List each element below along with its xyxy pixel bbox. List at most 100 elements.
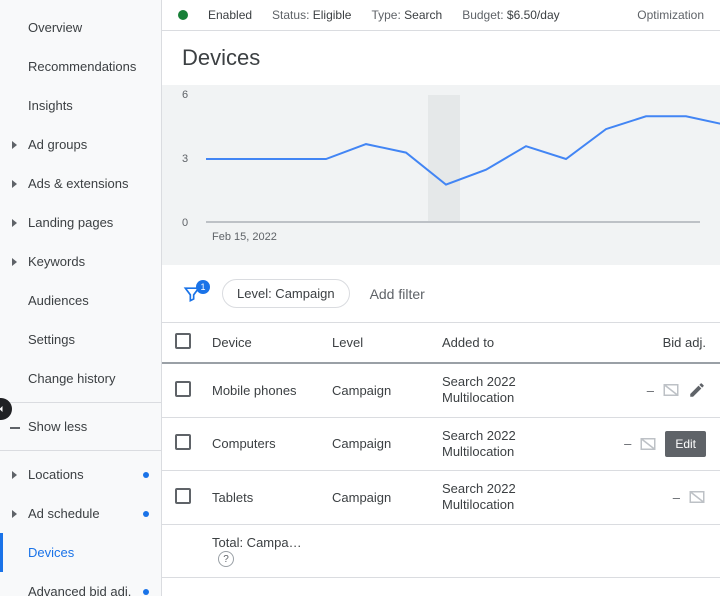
bid-adj-value: – [647, 383, 654, 398]
no-data-icon [662, 381, 680, 399]
filter-count-badge: 1 [196, 280, 210, 294]
header-bidadj[interactable]: Bid adj. [564, 323, 720, 363]
sidebar-item-label: Audiences [28, 293, 89, 308]
sidebar-divider [0, 402, 161, 403]
y-tick: 6 [182, 89, 188, 101]
sidebar-item-label: Overview [28, 20, 82, 35]
status-value: Eligible [313, 8, 352, 22]
header-added[interactable]: Added to [434, 323, 564, 363]
sidebar-item-label: Settings [28, 332, 75, 347]
cell-device: Computers [204, 417, 324, 471]
sidebar-show-less[interactable]: Show less [0, 407, 161, 446]
filter-bar: 1 Level: Campaign Add filter [162, 265, 720, 323]
table-total-row: Total: Campa… ? [162, 524, 720, 578]
sidebar-item-label: Change history [28, 371, 115, 386]
bid-adj-cell: – [572, 488, 706, 506]
table-row[interactable]: Computers Campaign Search 2022 Multiloca… [162, 417, 720, 471]
cell-added: Search 2022 Multilocation [434, 471, 564, 525]
row-checkbox[interactable] [175, 381, 191, 397]
status-dot-icon [178, 10, 188, 20]
added-line2: Multilocation [442, 444, 556, 460]
show-less-label: Show less [28, 419, 87, 434]
sidebar-item-recommendations[interactable]: Recommendations [0, 47, 161, 86]
type-value: Search [404, 8, 442, 22]
sidebar-item-label: Locations [28, 467, 84, 482]
sidebar-item-label: Advanced bid adj. [28, 584, 131, 596]
header-level[interactable]: Level [324, 323, 434, 363]
sidebar-item-label: Ad groups [28, 137, 87, 152]
sidebar-item-insights[interactable]: Insights [0, 86, 161, 125]
page-title: Devices [162, 31, 720, 85]
cell-level: Campaign [324, 471, 434, 525]
sidebar-item-label: Recommendations [28, 59, 136, 74]
bid-adj-cell: – Edit [572, 431, 706, 457]
sidebar-item-advanced-bid-adj[interactable]: Advanced bid adj. [0, 572, 161, 596]
sidebar-item-change-history[interactable]: Change history [0, 359, 161, 398]
sidebar-item-label: Insights [28, 98, 73, 113]
y-tick: 0 [182, 217, 188, 229]
sidebar-item-label: Ads & extensions [28, 176, 128, 191]
sidebar-item-locations[interactable]: Locations [0, 455, 161, 494]
sidebar-item-devices[interactable]: Devices [0, 533, 161, 572]
optimization-label: Optimization [637, 8, 704, 22]
row-checkbox[interactable] [175, 434, 191, 450]
level-chip[interactable]: Level: Campaign [222, 279, 350, 308]
sidebar-item-keywords[interactable]: Keywords [0, 242, 161, 281]
budget-value: $6.50/day [507, 8, 560, 22]
table-row[interactable]: Tablets Campaign Search 2022 Multilocati… [162, 471, 720, 525]
sidebar-item-label: Landing pages [28, 215, 113, 230]
info-icon[interactable]: ? [218, 551, 234, 567]
cell-level: Campaign [324, 417, 434, 471]
blue-dot-icon [143, 472, 149, 478]
filter-icon[interactable]: 1 [182, 284, 202, 304]
sidebar-item-landing-pages[interactable]: Landing pages [0, 203, 161, 242]
sidebar-item-ad-schedule[interactable]: Ad schedule [0, 494, 161, 533]
campaign-status-bar: Enabled Status: Eligible Type: Search Bu… [162, 0, 720, 31]
blue-dot-icon [143, 511, 149, 517]
chart-area[interactable]: 6 3 0 Feb 15, 2022 [162, 85, 720, 265]
sidebar-item-label: Devices [28, 545, 74, 560]
sidebar-item-ads-extensions[interactable]: Ads & extensions [0, 164, 161, 203]
total-label-cell: Total: Campa… ? [204, 524, 324, 578]
sidebar-item-overview[interactable]: Overview [0, 8, 161, 47]
total-label: Total: Campa… [212, 535, 302, 550]
sidebar-item-label: Keywords [28, 254, 85, 269]
row-checkbox[interactable] [175, 488, 191, 504]
added-line1: Search 2022 [442, 374, 556, 390]
cell-level: Campaign [324, 363, 434, 417]
status-group: Status: Eligible [272, 8, 351, 22]
add-filter-button[interactable]: Add filter [370, 286, 425, 302]
pencil-icon[interactable] [688, 381, 706, 399]
table-row[interactable]: Mobile phones Campaign Search 2022 Multi… [162, 363, 720, 417]
sidebar-item-ad-groups[interactable]: Ad groups [0, 125, 161, 164]
bid-adj-value: – [624, 436, 631, 451]
no-data-icon [639, 435, 657, 453]
added-line2: Multilocation [442, 390, 556, 406]
added-line2: Multilocation [442, 497, 556, 513]
budget-label: Budget: [462, 8, 503, 22]
cell-added: Search 2022 Multilocation [434, 363, 564, 417]
no-data-icon [688, 488, 706, 506]
added-line1: Search 2022 [442, 481, 556, 497]
type-label: Type: [371, 8, 400, 22]
cell-added: Search 2022 Multilocation [434, 417, 564, 471]
blue-dot-icon [143, 589, 149, 595]
bid-adj-cell: – [572, 381, 706, 399]
bid-adj-value: – [673, 490, 680, 505]
select-all-checkbox[interactable] [175, 333, 191, 349]
header-device[interactable]: Device [204, 323, 324, 363]
devices-table: Device Level Added to Bid adj. Mobile ph… [162, 323, 720, 578]
added-line1: Search 2022 [442, 428, 556, 444]
status-label: Status: [272, 8, 309, 22]
sidebar-item-settings[interactable]: Settings [0, 320, 161, 359]
budget-group: Budget: $6.50/day [462, 8, 559, 22]
type-group: Type: Search [371, 8, 442, 22]
cell-device: Mobile phones [204, 363, 324, 417]
main-content: Enabled Status: Eligible Type: Search Bu… [162, 0, 720, 596]
edit-button[interactable]: Edit [665, 431, 706, 457]
y-tick: 3 [182, 153, 188, 165]
cell-device: Tablets [204, 471, 324, 525]
enabled-label: Enabled [208, 8, 252, 22]
table-header-row: Device Level Added to Bid adj. [162, 323, 720, 363]
sidebar-item-audiences[interactable]: Audiences [0, 281, 161, 320]
